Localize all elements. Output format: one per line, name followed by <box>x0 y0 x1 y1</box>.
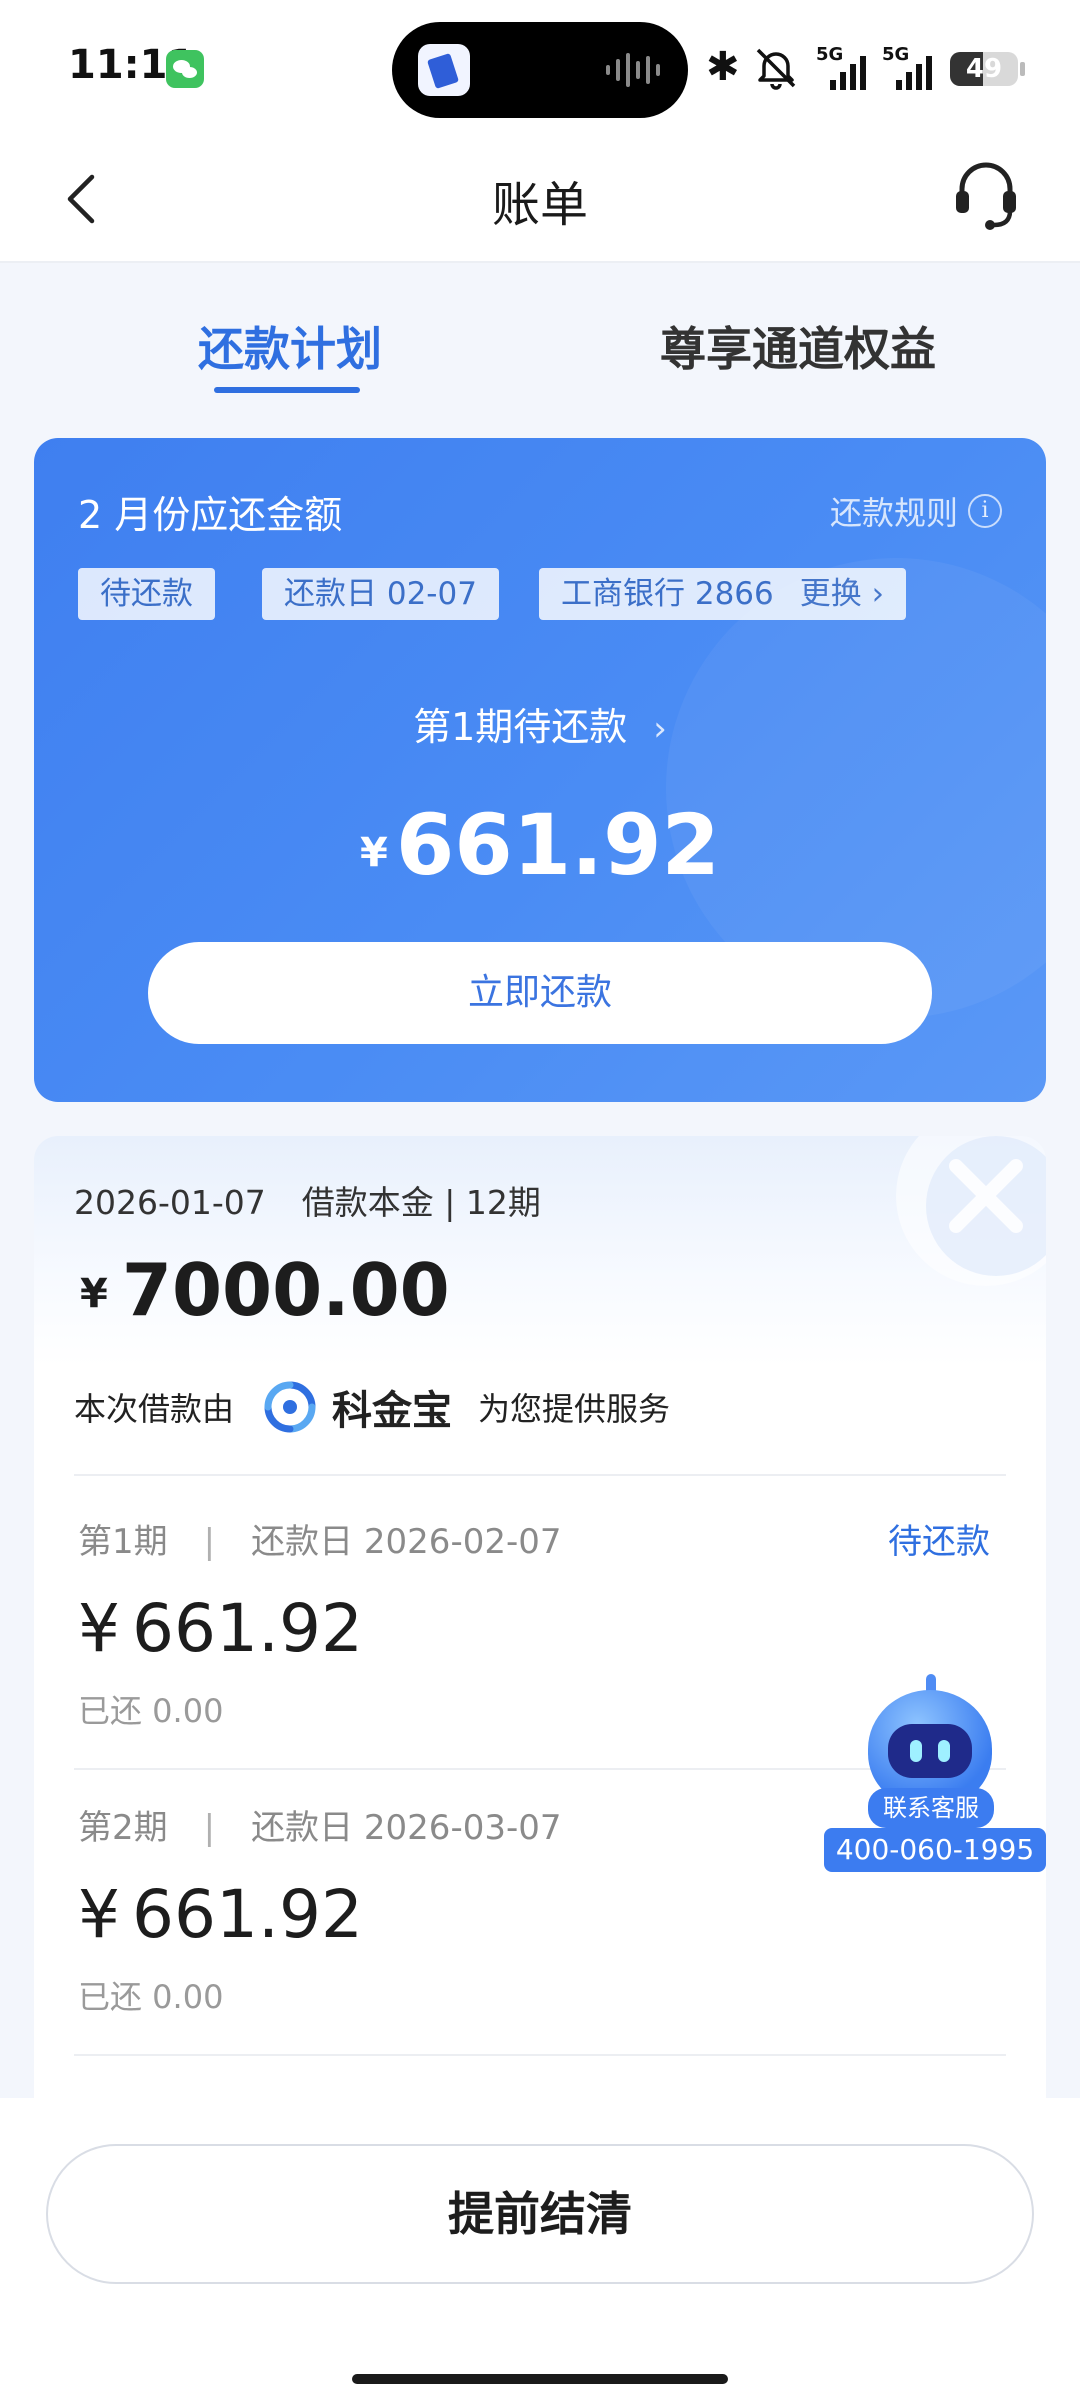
signal-icon: 5G <box>816 44 872 92</box>
due-amount: ¥661.92 <box>34 796 1046 894</box>
headset-icon[interactable] <box>950 155 1022 235</box>
separator: | <box>203 1522 216 1562</box>
change-card-link[interactable]: 更换 › <box>800 576 884 612</box>
installment-due-date: 还款日 2026-02-07 <box>251 1522 562 1562</box>
battery-tip <box>1020 62 1025 76</box>
bank-card-label: 工商银行 2866 <box>561 576 774 612</box>
repayment-rules-label: 还款规则 <box>829 494 958 532</box>
tab-indicator <box>214 387 360 393</box>
installment-amount: ¥661.92 <box>78 1876 363 1953</box>
due-card-title: 2 月份应还金额 <box>78 493 343 537</box>
due-amount-card: 2 月份应还金额 还款规则 i 待还款 还款日 02-07 工商银行 2866 更… <box>34 438 1046 1102</box>
tab-repayment-plan[interactable]: 还款计划 <box>198 313 382 379</box>
repayment-rules-link[interactable]: 还款规则 i <box>830 488 1002 534</box>
currency-symbol: ¥ <box>360 830 388 876</box>
battery-level: 49 <box>965 54 1003 84</box>
installment-header: 第2期 | 还款日 2026-03-07 <box>78 1800 562 1849</box>
provider-suffix: 为您提供服务 <box>478 1390 671 1428</box>
status-icons: ✱ 5G 5G 49 <box>706 38 1036 98</box>
installment-paid: 已还 0.00 <box>78 1978 224 2016</box>
currency-symbol: ¥ <box>78 1590 120 1667</box>
bottom-bar: 提前结清 <box>0 2098 1080 2400</box>
provider-logo-icon <box>264 1381 316 1433</box>
wechat-icon <box>166 50 204 88</box>
divider <box>74 2054 1006 2056</box>
provider-name: 科金宝 <box>332 1388 453 1434</box>
separator: | <box>203 1808 216 1848</box>
contact-service-label: 联系客服 <box>868 1788 994 1828</box>
page-title: 账单 <box>491 177 588 233</box>
period-detail-link[interactable]: 第1期待还款 › <box>34 696 1046 751</box>
due-amount-value: 661.92 <box>395 796 720 894</box>
bluetooth-icon: ✱ <box>706 44 740 90</box>
installment-amount-value: 661.92 <box>132 1590 363 1667</box>
installment-header: 第1期 | 还款日 2026-02-07 <box>78 1514 562 1563</box>
chevron-right-icon: › <box>653 709 667 749</box>
loan-principal-value: 7000.00 <box>121 1248 450 1332</box>
robot-face <box>888 1724 972 1778</box>
repayment-plan-card: 2026-01-07 借款本金 | 12期 ¥7000.00 本次借款由 科金宝 … <box>34 1136 1046 2136</box>
status-badge: 待还款 <box>78 568 215 620</box>
pay-now-button[interactable]: 立即还款 <box>148 942 932 1044</box>
provider-row: 本次借款由 科金宝 为您提供服务 <box>74 1372 670 1442</box>
bank-card-chip[interactable]: 工商银行 2866 更换 › <box>539 568 907 620</box>
installment-period: 第1期 <box>78 1522 168 1562</box>
installment-amount: ¥661.92 <box>78 1590 363 1667</box>
installment-amount-value: 661.92 <box>132 1876 363 1953</box>
home-indicator[interactable] <box>352 2374 728 2384</box>
tab-exclusive-benefits[interactable]: 尊享通道权益 <box>660 313 936 379</box>
audio-wave-icon <box>606 52 660 88</box>
due-date-chip: 还款日 02-07 <box>262 568 499 620</box>
nav-bar: 账单 <box>0 135 1080 263</box>
loan-meta: 2026-01-07 借款本金 | 12期 <box>74 1176 541 1224</box>
currency-symbol: ¥ <box>80 1271 108 1317</box>
app-icon <box>418 44 470 96</box>
info-icon: i <box>968 494 1002 528</box>
installment-status: 待还款 <box>888 1522 990 1562</box>
service-phone[interactable]: 400-060-1995 <box>824 1828 1046 1872</box>
provider-prefix: 本次借款由 <box>74 1390 235 1428</box>
battery-icon: 49 <box>950 52 1018 86</box>
installment-paid: 已还 0.00 <box>78 1692 224 1730</box>
tab-bar: 还款计划 尊享通道权益 <box>0 265 1080 415</box>
loan-summary: 借款本金 | 12期 <box>301 1183 541 1222</box>
mute-icon <box>756 48 796 90</box>
installment-period: 第2期 <box>78 1808 168 1848</box>
currency-symbol: ¥ <box>78 1876 120 1953</box>
period-detail-label: 第1期待还款 <box>413 705 628 749</box>
loan-date: 2026-01-07 <box>74 1183 266 1222</box>
watermark-icon <box>896 1136 1046 1286</box>
signal-icon: 5G <box>882 44 938 92</box>
dynamic-island[interactable] <box>392 22 688 118</box>
early-settlement-button[interactable]: 提前结清 <box>46 2144 1034 2284</box>
loan-principal: ¥7000.00 <box>80 1248 450 1332</box>
status-bar: 11:11 ✱ 5G 5G 49 <box>0 0 1080 135</box>
installment-due-date: 还款日 2026-03-07 <box>251 1808 562 1848</box>
customer-service-float[interactable]: 联系客服 400-060-1995 <box>824 1670 1046 1874</box>
